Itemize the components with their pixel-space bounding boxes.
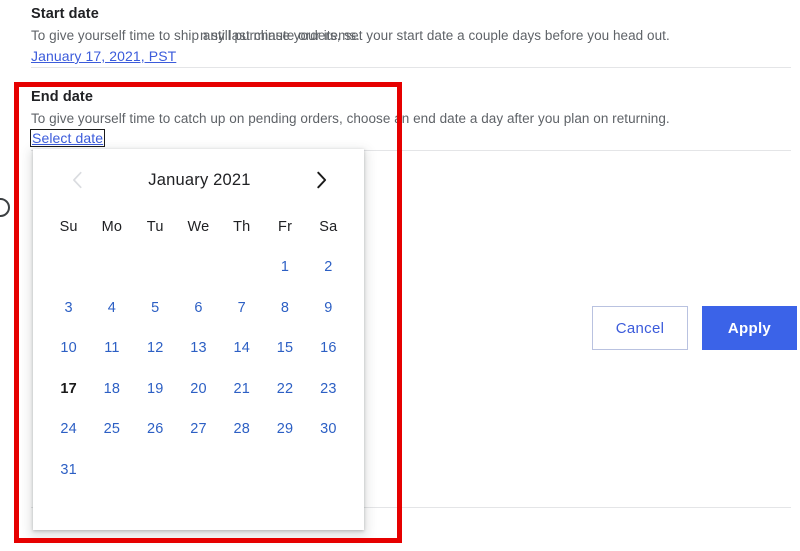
page-root: Start date To give yourself time to ship…: [0, 0, 800, 551]
calendar-day-28[interactable]: 28: [220, 409, 263, 450]
calendar-day-5[interactable]: 5: [134, 288, 177, 329]
calendar-day-27[interactable]: 27: [177, 409, 220, 450]
calendar-day-12[interactable]: 12: [134, 328, 177, 369]
calendar-day-22[interactable]: 22: [263, 369, 306, 410]
radio-button-icon[interactable]: [0, 198, 10, 217]
calendar-day-26[interactable]: 26: [134, 409, 177, 450]
chevron-right-icon[interactable]: [308, 167, 334, 193]
calendar-day-empty: [177, 247, 220, 288]
calendar-day-grid: 1 2 3 4 5 6 7 8 9 10 11 12 13 14 15 16 17 18 19 20 21 22 23 24 2…: [33, 247, 364, 490]
calendar-day-18[interactable]: 18: [90, 369, 133, 410]
calendar-weekday-sa: Sa: [319, 219, 338, 235]
divider-top: [31, 67, 791, 68]
select-date-link[interactable]: Select date: [29, 129, 106, 147]
calendar-day-empty: [220, 247, 263, 288]
calendar-day-20[interactable]: 20: [177, 369, 220, 410]
calendar-day-29[interactable]: 29: [263, 409, 306, 450]
apply-button[interactable]: Apply: [702, 306, 797, 350]
calendar-weekday-fr: Fr: [278, 219, 293, 235]
calendar-header: January 2021: [33, 149, 364, 211]
calendar-day-30[interactable]: 30: [307, 409, 350, 450]
calendar-day-16[interactable]: 16: [307, 328, 350, 369]
calendar-day-17[interactable]: 17: [47, 369, 90, 410]
end-date-section: End date To give yourself time to catch …: [29, 89, 731, 148]
calendar-day-13[interactable]: 13: [177, 328, 220, 369]
calendar-day-15[interactable]: 15: [263, 328, 306, 369]
calendar-weekday-su: Su: [59, 219, 78, 235]
calendar-weekday-row: Su Mo Tu We Th Fr Sa: [33, 219, 364, 235]
calendar-day-4[interactable]: 4: [90, 288, 133, 329]
start-date-section: Start date To give yourself time to ship…: [31, 6, 731, 66]
date-picker-popup: January 2021 Su Mo Tu We Th Fr Sa 1 2 3 4 5 6 7 8 9 10 1…: [33, 149, 364, 530]
end-date-title: End date: [31, 89, 94, 105]
calendar-day-24[interactable]: 24: [47, 409, 90, 450]
start-date-description: To give yourself time to ship any last m…: [31, 28, 670, 43]
calendar-day-14[interactable]: 14: [220, 328, 263, 369]
calendar-day-empty: [47, 247, 90, 288]
calendar-day-23[interactable]: 23: [307, 369, 350, 410]
cancel-button[interactable]: Cancel: [592, 306, 688, 350]
calendar-day-31[interactable]: 31: [47, 450, 90, 491]
calendar-day-19[interactable]: 19: [134, 369, 177, 410]
calendar-day-11[interactable]: 11: [90, 328, 133, 369]
calendar-day-9[interactable]: 9: [307, 288, 350, 329]
calendar-weekday-th: Th: [233, 219, 251, 235]
calendar-day-2[interactable]: 2: [307, 247, 350, 288]
calendar-month-label: January 2021: [148, 170, 251, 189]
calendar-weekday-mo: Mo: [101, 219, 123, 235]
start-date-title: Start date: [31, 6, 99, 22]
calendar-day-empty: [90, 247, 133, 288]
calendar-day-21[interactable]: 21: [220, 369, 263, 410]
calendar-day-7[interactable]: 7: [220, 288, 263, 329]
calendar-weekday-we: We: [187, 219, 210, 235]
dialog-actions: Cancel Apply: [592, 306, 797, 350]
calendar-day-10[interactable]: 10: [47, 328, 90, 369]
calendar-day-1[interactable]: 1: [263, 247, 306, 288]
calendar-day-empty: [134, 247, 177, 288]
calendar-weekday-tu: Tu: [146, 219, 164, 235]
calendar-day-3[interactable]: 3: [47, 288, 90, 329]
calendar-day-25[interactable]: 25: [90, 409, 133, 450]
option-row-label: n still purchase your items.: [200, 28, 360, 43]
calendar-day-8[interactable]: 8: [263, 288, 306, 329]
chevron-left-icon[interactable]: [65, 167, 91, 193]
start-date-link[interactable]: January 17, 2021, PST: [31, 48, 176, 64]
end-date-description: To give yourself time to catch up on pen…: [31, 111, 670, 126]
calendar-day-6[interactable]: 6: [177, 288, 220, 329]
